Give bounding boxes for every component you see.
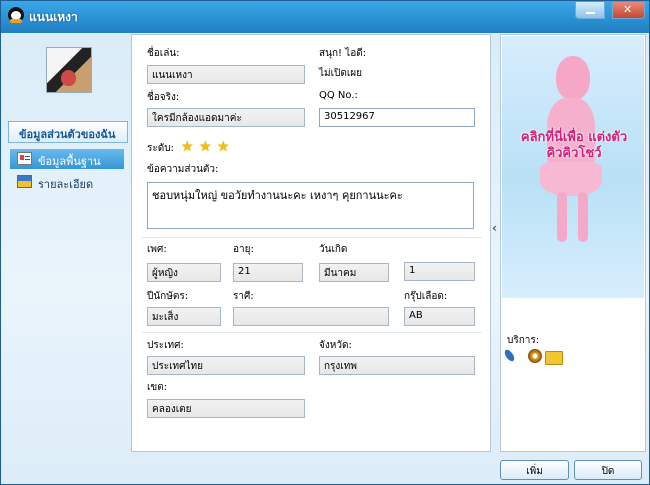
realname-label: ชื่อจริง: (147, 92, 180, 103)
nickname-field[interactable]: แนนเหงา (147, 65, 305, 84)
avatar-figure-head (556, 56, 590, 100)
services-label: บริการ: (507, 335, 540, 346)
close-button[interactable]: ปิด (574, 460, 642, 480)
penguin-icon (8, 7, 24, 23)
sidebar-item-details[interactable]: รายละเอียด (10, 172, 124, 192)
avatar-figure-skirt (540, 162, 602, 196)
birth-day-field[interactable]: 1 (404, 262, 475, 281)
avatar-figure-leg (578, 192, 588, 242)
avatar-figure-leg (557, 192, 567, 242)
divider (142, 332, 482, 333)
age-field[interactable]: 21 (233, 263, 303, 282)
divider (142, 237, 482, 238)
details-card-icon (17, 175, 32, 188)
sidebar-item-label: ข้อมูลพื้นฐาน (38, 155, 101, 168)
star-icon: ★ (199, 139, 212, 155)
country-field[interactable]: ประเทศไทย (147, 356, 305, 375)
level-label: ระดับ: (147, 143, 174, 154)
profile-window: แนนเหงา ข้อมูลส่วนตัวของฉัน ข้อมูลพื้นฐา… (0, 0, 650, 485)
province-field[interactable]: กรุงเทพ (319, 356, 475, 375)
star-icon: ★ (217, 139, 230, 155)
minimize-button[interactable] (575, 2, 605, 19)
collapse-panel-button[interactable]: ‹ (492, 221, 497, 235)
sign-label: ราศี: (233, 291, 254, 302)
avatar (46, 47, 92, 93)
district-field[interactable]: คลองเตย (147, 399, 305, 418)
sidebar-item-basic-info[interactable]: ข้อมูลพื้นฐาน (10, 149, 124, 169)
blood-type-label: กรุ๊ปเลือด: (404, 291, 448, 302)
zodiac-field[interactable]: มะเส็ง (147, 307, 221, 326)
bio-label: ข้อความส่วนตัว: (147, 164, 219, 175)
qq-show-promo[interactable]: คลิกที่นี่เพื่อ แต่งตัวคิวคิวโชว์ (518, 130, 630, 162)
fun-id-label: สนุก! ไอดี: (319, 48, 367, 59)
bio-textarea[interactable]: ชอบหนุ่มใหญ่ ขอวัยทำงานนะคะ เหงาๆ คุยกาน… (147, 182, 474, 229)
gender-label: เพศ: (147, 244, 167, 255)
webcam-icon[interactable] (528, 349, 542, 363)
add-button[interactable]: เพิ่ม (500, 460, 569, 480)
qq-number-field[interactable]: 30512967 (319, 108, 475, 127)
gender-field[interactable]: ผู้หญิง (147, 263, 221, 282)
blood-type-field[interactable]: AB (404, 307, 475, 326)
qq-label: QQ No.: (319, 90, 358, 101)
close-window-button[interactable] (612, 2, 645, 19)
star-icon: ★ (181, 139, 194, 155)
country-label: ประเทศ: (147, 340, 184, 351)
age-label: อายุ: (233, 244, 254, 255)
profile-form: ชื่อเล่น: แนนเหงา สนุก! ไอดี: ไม่เปิดเผย… (131, 34, 491, 452)
fun-id-value: ไม่เปิดเผย (319, 68, 363, 79)
qq-show-panel: คลิกที่นี่เพื่อ แต่งตัวคิวคิวโชว์ (500, 34, 646, 452)
realname-field[interactable]: ใครมีกล้องแอดมาค่ะ (147, 108, 305, 127)
nickname-label: ชื่อเล่น: (147, 48, 180, 59)
birthday-label: วันเกิด (319, 244, 348, 255)
sidebar-section-title[interactable]: ข้อมูลส่วนตัวของฉัน (8, 121, 128, 143)
id-card-icon (17, 152, 32, 165)
title-bar[interactable]: แนนเหงา (1, 1, 649, 31)
sidebar-item-label: รายละเอียด (38, 178, 94, 191)
birth-month-field[interactable]: มีนาคม (319, 263, 389, 282)
zodiac-label: ปีนักษัตร: (147, 291, 189, 302)
sign-field[interactable] (233, 307, 389, 326)
window-title: แนนเหงา (29, 10, 78, 24)
sidebar: ข้อมูลส่วนตัวของฉัน ข้อมูลพื้นฐาน รายละเ… (3, 34, 131, 454)
folder-icon[interactable] (545, 351, 563, 365)
district-label: เขต: (147, 382, 168, 393)
qq-show-area[interactable]: คลิกที่นี่เพื่อ แต่งตัวคิวคิวโชว์ (502, 36, 644, 298)
province-label: จังหวัด: (319, 340, 352, 351)
